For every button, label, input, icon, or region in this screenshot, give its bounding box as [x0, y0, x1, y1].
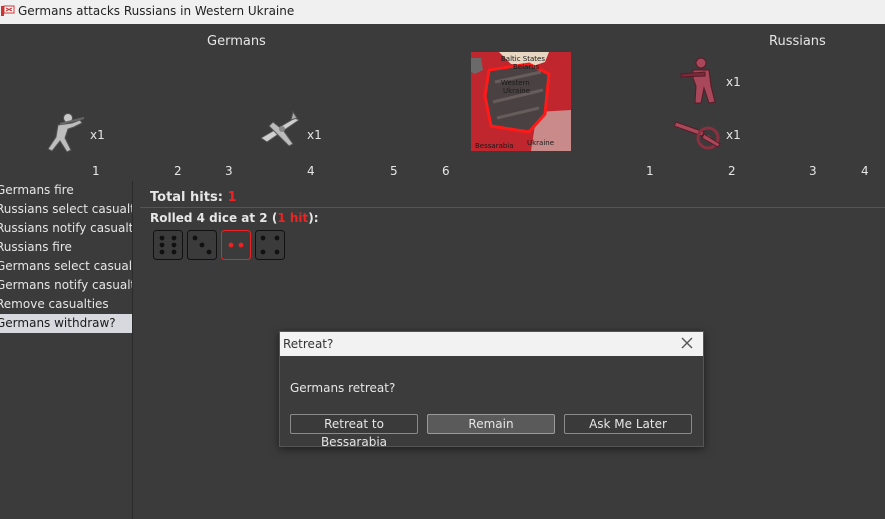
step-item-active[interactable]: Germans withdraw? — [0, 314, 132, 333]
ask-me-later-button[interactable]: Ask Me Later — [564, 414, 692, 434]
attacker-unit-count: x1 — [307, 128, 322, 142]
die-icon — [187, 230, 217, 260]
total-hits-value: 1 — [227, 190, 237, 205]
infantry-icon — [47, 113, 85, 153]
attacker-column-number: 6 — [442, 164, 450, 178]
roll-summary-hits: 1 hit — [277, 211, 309, 225]
attacker-column-number: 4 — [307, 164, 315, 178]
territory-label: Bessarabia — [475, 142, 514, 150]
step-item[interactable]: Russians select casualties — [0, 200, 132, 219]
step-item[interactable]: Russians fire — [0, 238, 132, 257]
window-title: Germans attacks Russians in Western Ukra… — [18, 4, 295, 18]
retreat-dialog: Retreat? Germans retreat? Retreat to Bes… — [279, 331, 704, 449]
title-bar: Germans attacks Russians in Western Ukra… — [0, 0, 885, 24]
territory-name: Western — [501, 79, 530, 87]
divider — [140, 207, 885, 208]
close-icon[interactable] — [679, 335, 695, 351]
battle-steps-list[interactable]: Germans fire Russians select casualties … — [0, 181, 133, 519]
remain-button[interactable]: Remain — [427, 414, 555, 434]
step-item[interactable]: Germans notify casualties — [0, 276, 132, 295]
step-item[interactable]: Russians notify casualties — [0, 219, 132, 238]
artillery-icon — [674, 121, 721, 150]
total-hits: Total hits: 1 — [150, 190, 236, 205]
defender-label: Russians — [769, 34, 826, 49]
attacker-column-number: 5 — [390, 164, 398, 178]
fighter-plane-icon — [260, 110, 300, 147]
die-icon — [153, 230, 183, 260]
roll-summary-prefix: Rolled 4 dice at 2 ( — [150, 211, 278, 225]
attacker-column-number: 3 — [225, 164, 233, 178]
defender-column-number: 2 — [728, 164, 736, 178]
dialog-title-bar: Retreat? — [280, 332, 703, 356]
total-hits-label: Total hits: — [150, 190, 223, 205]
dialog-message: Germans retreat? — [290, 381, 396, 395]
defender-column-number: 3 — [809, 164, 817, 178]
defender-unit-count: x1 — [726, 128, 741, 142]
step-item[interactable]: Germans fire — [0, 181, 132, 200]
app-icon — [1, 5, 15, 16]
hit-die-icon — [221, 230, 251, 260]
defender-column-number: 1 — [646, 164, 654, 178]
defender-column-number: 4 — [861, 164, 869, 178]
attacker-label: Germans — [207, 34, 266, 49]
territory-name: Ukraine — [503, 87, 531, 95]
roll-summary: Rolled 4 dice at 2 (1 hit): — [150, 211, 319, 225]
territory-label: Baltic States — [501, 55, 545, 63]
defender-unit-count: x1 — [726, 75, 741, 89]
territory-label: Belarus — [513, 63, 540, 71]
step-item[interactable]: Remove casualties — [0, 295, 132, 314]
roll-summary-suffix: ): — [308, 211, 319, 225]
step-item[interactable]: Germans select casualties — [0, 257, 132, 276]
territory-map[interactable]: Baltic States Belarus Western Ukraine Be… — [471, 52, 571, 151]
attacker-column-number: 2 — [174, 164, 182, 178]
retreat-button[interactable]: Retreat to Bessarabia — [290, 414, 418, 449]
die-icon — [255, 230, 285, 260]
territory-label: Ukraine — [527, 139, 555, 147]
attacker-unit-count: x1 — [90, 128, 105, 142]
dialog-title: Retreat? — [283, 337, 334, 351]
infantry-icon — [680, 57, 716, 104]
attacker-column-number: 1 — [92, 164, 100, 178]
